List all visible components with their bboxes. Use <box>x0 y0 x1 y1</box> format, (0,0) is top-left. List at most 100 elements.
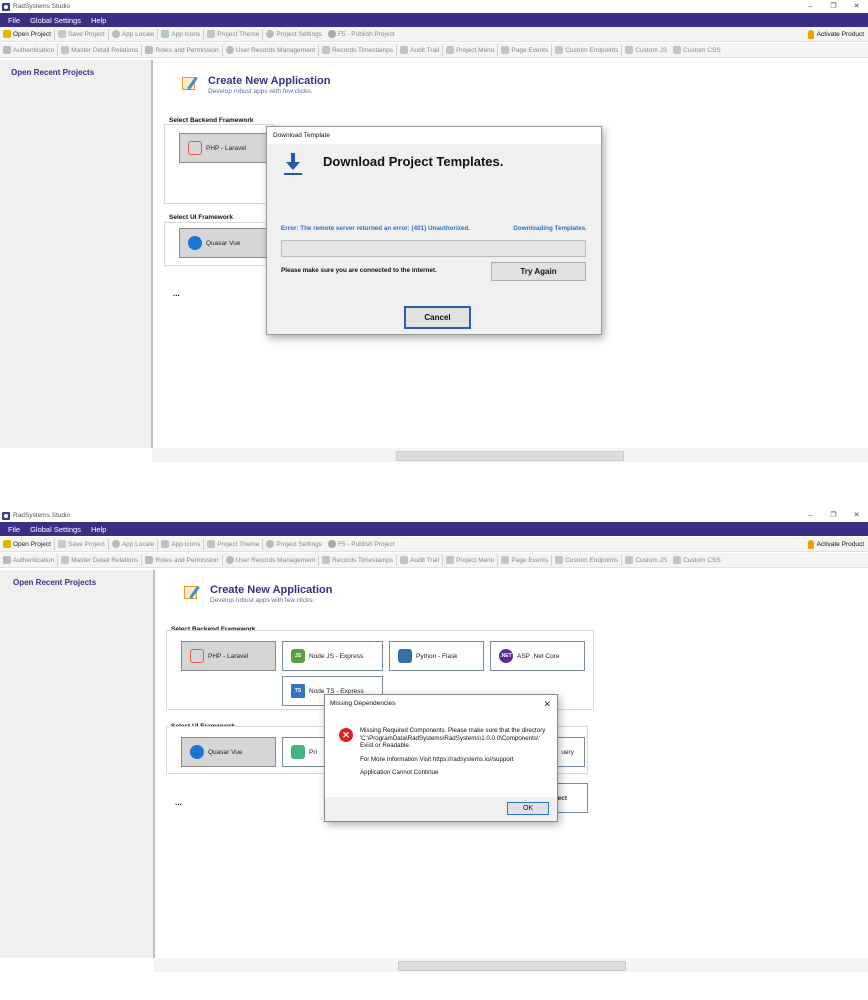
records-timestamps-button[interactable]: Records Timestamps <box>319 553 396 568</box>
missing-dependencies-dialog: Missing Dependencies ✕ ✕ Missing Require… <box>324 694 558 822</box>
download-progress-bar <box>281 240 586 257</box>
master-detail-button[interactable]: Master Detail Relations <box>58 553 141 568</box>
scrollbar-thumb[interactable] <box>396 451 624 461</box>
authentication-button[interactable]: Authentication <box>0 43 57 58</box>
menu-help[interactable]: Help <box>91 16 106 25</box>
close-icon[interactable]: ✕ <box>543 695 551 713</box>
framework-label: uery <box>561 748 574 756</box>
project-settings-button[interactable]: Project Settings <box>263 27 325 42</box>
user-records-button[interactable]: User Records Management <box>223 43 318 58</box>
create-project-label: ect <box>557 794 567 802</box>
custom-css-button[interactable]: Custom CSS <box>670 553 724 568</box>
try-again-button[interactable]: Try Again <box>491 262 586 281</box>
framework-aspnet-core[interactable]: .NET ASP .Net Core <box>490 641 585 671</box>
menu-file[interactable]: File <box>8 16 20 25</box>
menu-help[interactable]: Help <box>91 525 106 534</box>
image-icon <box>161 30 170 38</box>
audit-trail-label: Audit Trail <box>410 556 440 564</box>
message-line-2: 'C:\ProgramData\RadSystems\RadSystems\1.… <box>360 734 540 750</box>
roles-permission-button[interactable]: Roles and Permission <box>142 553 221 568</box>
publish-project-button[interactable]: F5 - Publish Project <box>325 27 398 42</box>
menu-global-settings[interactable]: Global Settings <box>30 525 81 534</box>
create-new-application: Create New Application Develop robust app… <box>184 584 332 604</box>
project-theme-button[interactable]: Project Theme <box>204 537 262 552</box>
records-timestamps-button[interactable]: Records Timestamps <box>319 43 396 58</box>
dialog-title: Missing Dependencies <box>330 700 396 707</box>
folder-icon <box>3 540 11 548</box>
custom-js-button[interactable]: Custom JS <box>622 43 670 58</box>
key-icon <box>807 540 814 549</box>
master-detail-button[interactable]: Master Detail Relations <box>58 43 141 58</box>
custom-css-button[interactable]: Custom CSS <box>670 43 724 58</box>
authentication-button[interactable]: Authentication <box>0 553 57 568</box>
close-icon[interactable]: ✕ <box>845 0 868 13</box>
custom-endpoints-button[interactable]: Custom Endpoints <box>552 553 621 568</box>
app-icon <box>2 2 10 11</box>
activate-product-button[interactable]: Activate Product <box>807 537 864 552</box>
framework-node-express[interactable]: JS Node JS - Express <box>282 641 383 671</box>
js-file-icon <box>625 46 634 54</box>
play-icon <box>327 30 336 38</box>
ok-button[interactable]: OK <box>507 802 549 815</box>
page-events-button[interactable]: Page Events <box>498 553 551 568</box>
download-status: Downloading Templates. <box>513 225 587 232</box>
cancel-button[interactable]: Cancel <box>404 306 471 329</box>
minimize-icon[interactable]: – <box>799 0 822 13</box>
roles-permission-button[interactable]: Roles and Permission <box>142 43 221 58</box>
project-menu-button[interactable]: Project Menu <box>443 553 497 568</box>
activate-product-button[interactable]: Activate Product <box>807 27 864 42</box>
app-locale-button[interactable]: App Locale <box>109 537 158 552</box>
framework-quasar-vue[interactable]: Quasar Vue <box>179 228 267 258</box>
save-project-button[interactable]: Save Project <box>55 537 108 552</box>
app-icons-label: App Icons <box>171 30 201 38</box>
framework-python-flask[interactable]: Python - Flask <box>389 641 484 671</box>
close-icon[interactable]: ✕ <box>845 509 868 522</box>
framework-label: Python - Flask <box>416 652 458 660</box>
play-icon <box>327 540 336 548</box>
open-project-label: Open Project <box>13 540 51 548</box>
save-project-button[interactable]: Save Project <box>55 27 108 42</box>
user-records-label: User Records Management <box>235 46 316 54</box>
publish-project-button[interactable]: F5 - Publish Project <box>325 537 398 552</box>
window-title: RadSystems Studio <box>13 3 71 10</box>
audit-trail-button[interactable]: Audit Trail <box>397 43 442 58</box>
publish-project-label: F5 - Publish Project <box>337 30 395 38</box>
ellipsis: ... <box>173 289 180 298</box>
sidebar: Open Recent Projects <box>0 570 154 958</box>
project-settings-button[interactable]: Project Settings <box>263 537 325 552</box>
framework-php-laravel[interactable]: PHP - Laravel <box>179 133 267 163</box>
page-events-button[interactable]: Page Events <box>498 43 551 58</box>
open-project-button[interactable]: Open Project <box>0 27 54 42</box>
framework-php-laravel[interactable]: PHP - Laravel <box>181 641 276 671</box>
main-toolbar: Open Project Save Project App Locale App… <box>0 27 868 42</box>
typescript-icon: TS <box>291 684 305 698</box>
horizontal-scrollbar[interactable] <box>154 958 868 972</box>
app-locale-button[interactable]: App Locale <box>109 27 158 42</box>
css-file-icon <box>673 46 682 54</box>
dialog-message: Missing Required Components. Please make… <box>360 727 550 783</box>
project-menu-button[interactable]: Project Menu <box>443 43 497 58</box>
project-settings-label: Project Settings <box>276 30 322 38</box>
app-icons-button[interactable]: App Icons <box>158 27 203 42</box>
app-icons-button[interactable]: App Icons <box>158 537 203 552</box>
custom-js-button[interactable]: Custom JS <box>622 553 670 568</box>
project-theme-button[interactable]: Project Theme <box>204 27 262 42</box>
minimize-icon[interactable]: – <box>799 509 822 522</box>
restore-icon[interactable]: ❐ <box>822 509 845 522</box>
menu-global-settings[interactable]: Global Settings <box>30 16 81 25</box>
open-project-button[interactable]: Open Project <box>0 537 54 552</box>
custom-endpoints-button[interactable]: Custom Endpoints <box>552 43 621 58</box>
gear-icon <box>266 30 275 38</box>
theme-icon <box>207 540 216 548</box>
audit-trail-button[interactable]: Audit Trail <box>397 553 442 568</box>
framework-quasar-vue[interactable]: Quasar Vue <box>181 737 276 767</box>
message-line-1: Missing Required Components. Please make… <box>360 727 546 734</box>
restore-icon[interactable]: ❐ <box>822 0 845 13</box>
menu-file[interactable]: File <box>8 525 20 534</box>
python-icon <box>398 649 412 663</box>
error-icon: ✕ <box>339 728 353 742</box>
scrollbar-thumb[interactable] <box>398 961 626 971</box>
user-records-button[interactable]: User Records Management <box>223 553 318 568</box>
page-events-label: Page Events <box>511 556 549 564</box>
horizontal-scrollbar[interactable] <box>152 448 868 462</box>
